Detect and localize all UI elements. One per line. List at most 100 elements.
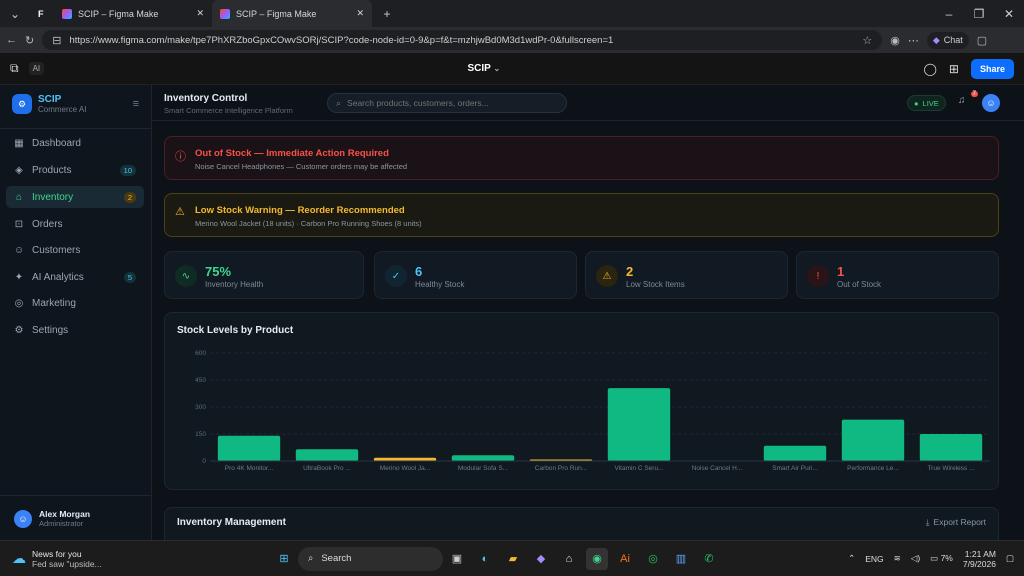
wifi-icon[interactable]: ≋: [894, 553, 901, 564]
comment-icon[interactable]: ◯: [923, 62, 936, 76]
low-stock-alert: ⚠ Low Stock Warning — Reorder Recommende…: [164, 193, 999, 237]
site-info-icon[interactable]: ⊟: [52, 34, 61, 47]
chart-bar[interactable]: [217, 435, 281, 461]
chart-bar[interactable]: [607, 388, 671, 461]
figma-app-icon: F: [38, 8, 44, 19]
system-tray: ⌃ ENG ≋ ◁) ▭ 7% 1:21 AM 7/9/2026 ▢: [848, 549, 1024, 569]
stat-value: 75%: [205, 264, 232, 279]
nav-label: Dashboard: [32, 137, 81, 149]
illustrator-icon[interactable]: Ai: [614, 548, 636, 570]
export-report-button[interactable]: ⤓ Export Report: [926, 517, 986, 528]
browser-tab-bar: ⌄ F SCIP – Figma Make ✕ SCIP – Figma Mak…: [0, 0, 1024, 27]
sidebar-toggle-icon[interactable]: ▢: [977, 34, 987, 47]
user-profile[interactable]: ☺ Alex Morgan Administrator: [14, 509, 90, 528]
project-switcher[interactable]: SCIP ⌄: [467, 63, 500, 74]
volume-icon[interactable]: ◁): [911, 553, 920, 564]
browser-taskbar-icon[interactable]: ◉: [586, 547, 608, 570]
ai-badge[interactable]: AI: [28, 62, 45, 75]
chart-bar[interactable]: [763, 445, 827, 461]
chart-bar[interactable]: [919, 434, 983, 461]
browser-tab-active[interactable]: SCIP – Figma Make ✕: [212, 0, 372, 27]
back-icon[interactable]: ←: [6, 34, 17, 46]
battery-percent: 7%: [940, 553, 953, 563]
header-avatar[interactable]: ☺: [982, 94, 1000, 112]
star-icon[interactable]: ☆: [862, 34, 872, 47]
language-indicator[interactable]: ENG: [865, 554, 883, 564]
clock[interactable]: 1:21 AM 7/9/2026: [963, 549, 996, 569]
nav-label: Customers: [32, 244, 81, 256]
tab-title: SCIP – Figma Make: [236, 8, 317, 19]
chart-bar[interactable]: [295, 449, 359, 461]
nav-label: Inventory: [32, 191, 74, 203]
trello-icon[interactable]: ▥: [670, 548, 692, 570]
sidebar-item-ai-analytics[interactable]: ✦ AI Analytics 5: [6, 266, 144, 288]
news-widget[interactable]: ☁ News for you Fed saw "upside...: [0, 549, 270, 569]
maximize-button[interactable]: ❐: [964, 7, 994, 21]
divider: [0, 495, 151, 496]
notifications-icon[interactable]: ▢: [1006, 553, 1014, 564]
browser-tab[interactable]: SCIP – Figma Make ✕: [54, 0, 212, 27]
user-name: Alex Morgan: [39, 509, 91, 519]
cart-icon: ⊡: [14, 218, 24, 230]
profile-icon[interactable]: ◉: [890, 34, 900, 47]
stat-value: 6: [415, 264, 423, 279]
minimize-button[interactable]: –: [934, 7, 964, 21]
whatsapp-icon[interactable]: ✆: [698, 548, 720, 570]
collapse-menu-icon[interactable]: ≡: [133, 98, 139, 110]
chat-button[interactable]: ◆ Chat: [926, 31, 969, 49]
task-view-icon[interactable]: ▣: [446, 548, 468, 570]
users-icon: ☺: [14, 244, 25, 256]
chart-bar[interactable]: [841, 419, 905, 461]
close-tab-icon[interactable]: ✕: [356, 8, 364, 19]
file-explorer-icon[interactable]: ▰: [502, 548, 524, 570]
x-tick-label: UltraBook Pro ...: [303, 465, 351, 472]
stat-value: 2: [626, 264, 634, 279]
taskbar-search[interactable]: ⌕ Search: [298, 546, 443, 571]
sidebar-item-inventory[interactable]: ⌂ Inventory 2: [6, 186, 144, 208]
store-icon[interactable]: ⌂: [558, 548, 580, 570]
sidebar-item-settings[interactable]: ⚙ Settings: [6, 319, 144, 341]
notification-button[interactable]: ♫ 7: [958, 91, 978, 111]
share-button[interactable]: Share: [970, 58, 1014, 79]
address-bar[interactable]: ⊟ https://www.figma.com/make/tpe7PhXRZbo…: [42, 30, 883, 50]
spotify-icon[interactable]: ◎: [642, 548, 664, 570]
figma-menu-icon[interactable]: ⧉: [10, 61, 19, 76]
search-box[interactable]: ⌕: [327, 93, 567, 113]
device-preview-icon[interactable]: ⊞: [949, 62, 959, 76]
gear-icon: ⚙: [14, 324, 24, 336]
brand-name: SCIP: [38, 94, 62, 105]
alert-circle-icon: ⓘ: [175, 151, 186, 163]
sidebar-item-dashboard[interactable]: ▦ Dashboard: [6, 132, 144, 154]
alert-title: Low Stock Warning — Reorder Recommended: [195, 205, 405, 216]
sidebar-item-products[interactable]: ◈ Products 10: [6, 159, 144, 181]
chevron-up-icon[interactable]: ⌃: [848, 553, 855, 564]
reload-icon[interactable]: ↻: [25, 34, 34, 47]
sidebar-item-orders[interactable]: ⊡ Orders: [6, 213, 144, 235]
edge-icon[interactable]: ◐: [474, 548, 496, 570]
x-tick-label: Carbon Pro Run...: [535, 465, 588, 472]
more-icon[interactable]: ⋯: [908, 34, 919, 47]
live-label: LIVE: [922, 98, 939, 108]
copilot-icon[interactable]: ◆: [530, 548, 552, 570]
app-root: ⚙ SCIP Commerce AI ≡ ▦ Dashboard ◈ Product…: [0, 85, 1024, 540]
close-tab-icon[interactable]: ✕: [196, 8, 204, 19]
alert-title: Out of Stock — Immediate Action Required: [195, 148, 389, 159]
start-button[interactable]: ⊞: [273, 548, 295, 570]
warning-icon: ⚠: [175, 206, 185, 218]
x-tick-label: Smart Air Puri...: [772, 465, 818, 472]
search-input[interactable]: [347, 98, 548, 108]
nav-label: Products: [32, 164, 72, 176]
warning-icon: ⚠: [596, 265, 618, 287]
x-tick-label: Noise Cancel H...: [692, 465, 743, 472]
battery-indicator[interactable]: ▭ 7%: [930, 553, 953, 564]
sidebar-item-customers[interactable]: ☺ Customers: [6, 239, 144, 261]
tab-list-button[interactable]: ⌄: [0, 7, 30, 21]
new-tab-button[interactable]: +: [372, 7, 402, 21]
x-tick-label: Modular Sofa S...: [458, 465, 508, 472]
close-window-button[interactable]: ✕: [994, 7, 1024, 21]
sidebar-item-marketing[interactable]: ◎ Marketing: [6, 292, 144, 314]
chart-bar[interactable]: [451, 455, 515, 461]
y-tick-label: 0: [202, 458, 206, 465]
stat-inventory-health: ∿ 75% Inventory Health: [164, 251, 364, 299]
brand: ⚙ SCIP Commerce AI ≡: [0, 85, 151, 123]
